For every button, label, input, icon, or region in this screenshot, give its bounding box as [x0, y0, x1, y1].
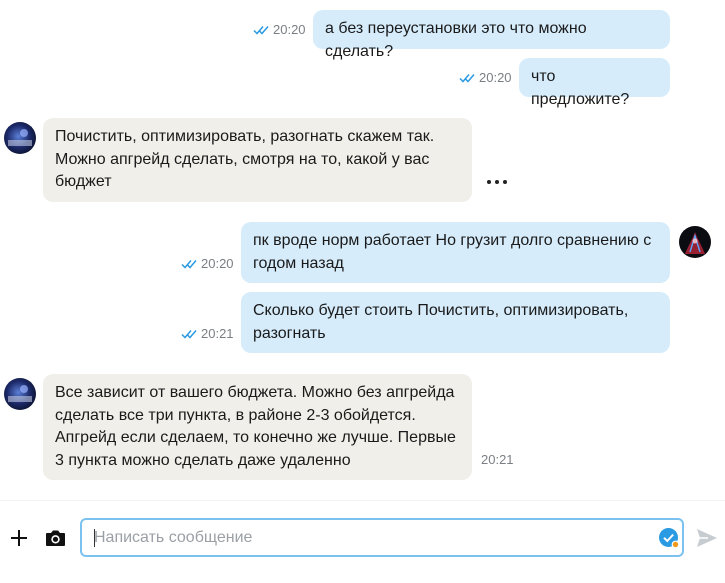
double-check-icon — [181, 259, 197, 269]
message-meta: 20:20 — [459, 70, 512, 85]
message-input-wrapper[interactable] — [80, 518, 684, 557]
more-dots-icon[interactable] — [487, 180, 507, 184]
contact-avatar[interactable] — [4, 122, 36, 154]
message-time: 20:21 — [481, 452, 514, 467]
message-text-line: 3 пункта можно сделать даже удаленно — [55, 451, 351, 469]
text-caret — [94, 529, 95, 547]
check-badge-icon[interactable] — [658, 527, 680, 549]
double-check-icon — [459, 73, 475, 83]
message-outgoing[interactable]: Сколько будет стоить Почистить, оптимизи… — [241, 292, 670, 353]
message-text-line: а без переустановки это что можно сделат… — [325, 20, 587, 60]
message-text-line: Апгрейд если сделаем, то конечно же лучш… — [55, 429, 456, 446]
camera-icon[interactable] — [44, 527, 66, 549]
user-avatar[interactable] — [679, 226, 711, 258]
plus-icon[interactable] — [8, 527, 30, 549]
contact-avatar[interactable] — [4, 378, 36, 410]
message-text-line: годом назад — [253, 254, 344, 272]
message-text-line: Сколько будет стоить Почистить, оптимизи… — [253, 302, 629, 319]
message-meta: 20:20 — [181, 256, 234, 271]
message-outgoing[interactable]: пк вроде норм работает Но грузит долго с… — [241, 222, 670, 283]
message-incoming[interactable]: Почистить, оптимизировать, разогнать ска… — [43, 118, 472, 202]
message-meta: 20:21 — [481, 452, 514, 467]
message-time: 20:20 — [201, 256, 234, 271]
message-incoming[interactable]: Все зависит от вашего бюджета. Можно без… — [43, 374, 472, 480]
message-meta: 20:20 — [253, 22, 306, 37]
message-text-line: разогнать — [253, 324, 326, 342]
double-check-icon — [181, 329, 197, 339]
message-text-line: Все зависит от вашего бюджета. Можно без… — [55, 384, 455, 401]
message-time: 20:20 — [273, 22, 306, 37]
message-time: 20:20 — [479, 70, 512, 85]
message-text-line: Почистить, оптимизировать, разогнать ска… — [55, 128, 435, 145]
message-text-line: Можно апгрейд сделать, смотря на то, как… — [55, 150, 430, 168]
chat-history[interactable]: 20:20 а без переустановки это что можно … — [0, 0, 725, 500]
message-text-line: что предложите? — [531, 68, 630, 108]
message-outgoing[interactable]: что предложите? — [519, 58, 670, 108]
message-text-line: бюджет — [55, 173, 112, 190]
message-text-line: пк вроде норм работает Но грузит долго с… — [253, 232, 652, 249]
message-text-line: сделать все три пункта, в районе 2-3 обо… — [55, 406, 416, 424]
message-outgoing[interactable]: а без переустановки это что можно сделат… — [313, 10, 670, 60]
message-time: 20:21 — [201, 326, 234, 341]
send-icon[interactable] — [696, 527, 718, 549]
message-input[interactable] — [94, 520, 654, 555]
message-meta: 20:21 — [181, 326, 234, 341]
double-check-icon — [253, 25, 269, 35]
message-composer — [0, 500, 725, 583]
